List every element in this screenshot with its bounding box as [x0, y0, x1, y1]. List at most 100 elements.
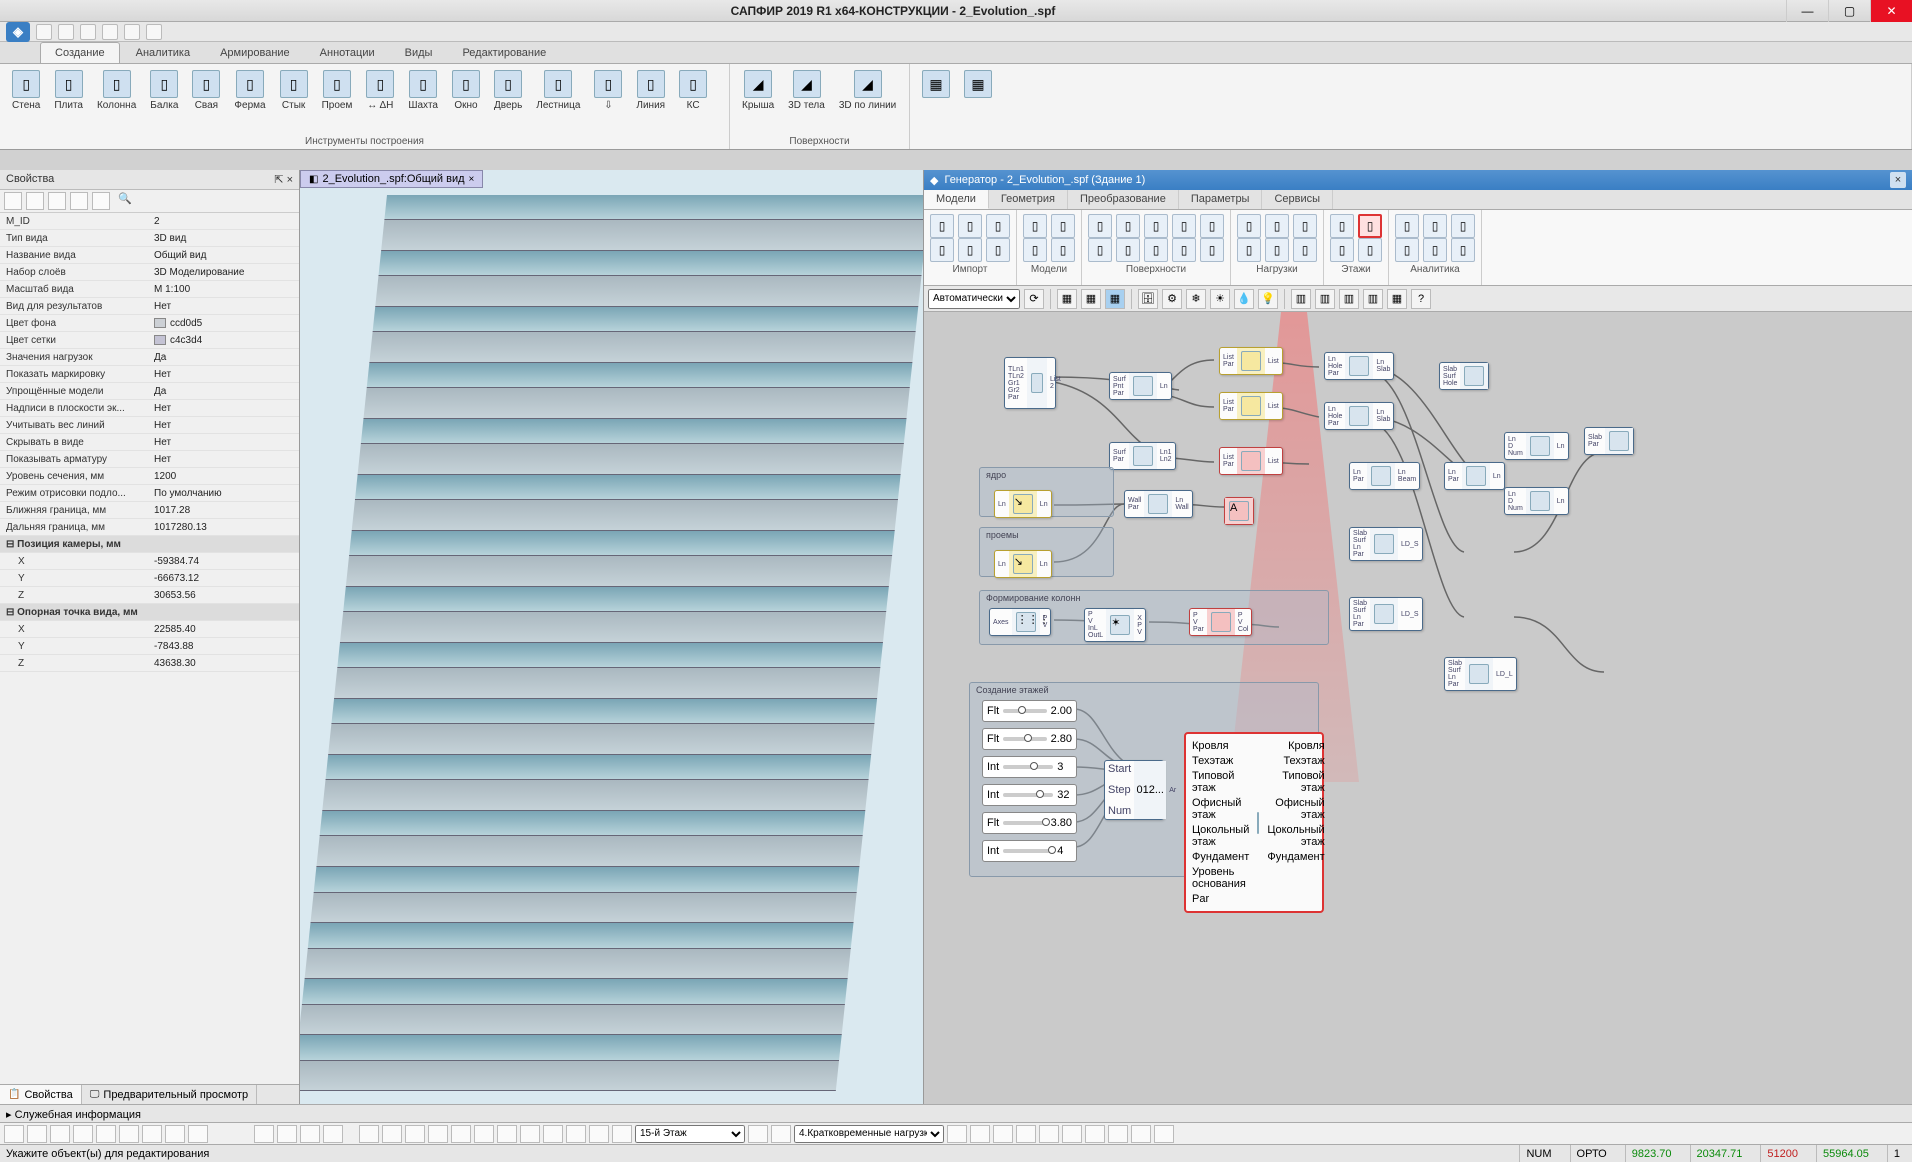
prop-row[interactable]: X-59384.74 [0, 553, 299, 570]
gen-tbtn-sun-icon[interactable]: ☀ [1210, 289, 1230, 309]
gen-icon[interactable]: ▯ [1423, 238, 1447, 262]
close-button[interactable]: ✕ [1870, 0, 1912, 22]
gen-icon[interactable]: ▯ [958, 238, 982, 262]
gen-tbtn-4[interactable]: ▦ [1105, 289, 1125, 309]
node-col-out[interactable]: PVParPVCol [1189, 608, 1252, 636]
node-ln-out[interactable]: LnParLn [1444, 462, 1505, 490]
prop-row[interactable]: Учитывать вес линийНет [0, 417, 299, 434]
btool-26[interactable] [748, 1125, 768, 1143]
btool-2[interactable] [27, 1125, 47, 1143]
ribbon-tool-11[interactable]: ▯Дверь [490, 68, 526, 113]
qat-open[interactable] [58, 24, 74, 40]
node-input-params[interactable]: TLn1TLn2Gr1Gr2Par List2 [1004, 357, 1056, 409]
gen-icon[interactable]: ▯ [1116, 214, 1140, 238]
tab-create[interactable]: Создание [40, 42, 120, 63]
prop-row[interactable]: Надписи в плоскости эк...Нет [0, 400, 299, 417]
gen-icon[interactable]: ▯ [1088, 214, 1112, 238]
btool-34[interactable] [1085, 1125, 1105, 1143]
btool-17[interactable] [428, 1125, 448, 1143]
ribbon-tool-7[interactable]: ▯Проем [318, 68, 357, 113]
node-list1[interactable]: ListParList [1219, 347, 1283, 375]
prop-row[interactable]: Уровень сечения, мм1200 [0, 468, 299, 485]
gen-icon[interactable]: ▯ [1265, 214, 1289, 238]
prop-tool-3[interactable] [48, 192, 66, 210]
gen-tab-0[interactable]: Модели [924, 190, 989, 209]
btool-4[interactable] [73, 1125, 93, 1143]
btool-32[interactable] [1039, 1125, 1059, 1143]
btool-31[interactable] [1016, 1125, 1036, 1143]
btool-16[interactable] [405, 1125, 425, 1143]
btool-35[interactable] [1108, 1125, 1128, 1143]
gen-icon[interactable]: ▯ [1265, 238, 1289, 262]
prop-row[interactable]: Цвет сеткиc4c3d4 [0, 332, 299, 349]
gen-tbtn-1[interactable]: ⟳ [1024, 289, 1044, 309]
ribbon-tool-s0[interactable]: ◢Крыша [738, 68, 778, 113]
gen-tab-1[interactable]: Геометрия [989, 190, 1068, 209]
btool-3[interactable] [50, 1125, 70, 1143]
gen-icon[interactable]: ▯ [930, 214, 954, 238]
prop-row[interactable]: Название видаОбщий вид [0, 247, 299, 264]
ribbon-tool-15[interactable]: ▯КС [675, 68, 711, 113]
tab-annotations[interactable]: Аннотации [306, 43, 389, 63]
node-openings[interactable]: Ln↘Ln [994, 550, 1052, 578]
btool-12[interactable] [300, 1125, 320, 1143]
prop-row[interactable]: Упрощённые моделиДа [0, 383, 299, 400]
btool-20[interactable] [497, 1125, 517, 1143]
slider-node-4[interactable]: Flt3.80 [982, 812, 1077, 834]
prop-section[interactable]: ⊟ Позиция камеры, мм [0, 536, 299, 553]
ribbon-tool-8[interactable]: ▯↔ ΔH [362, 68, 398, 113]
gen-tbtn-align2[interactable]: ▥ [1315, 289, 1335, 309]
gen-tbtn-align1[interactable]: ▥ [1291, 289, 1311, 309]
node-hole2[interactable]: LnHoleParLnSlab [1324, 402, 1394, 430]
node-wall[interactable]: WallParLnWall [1124, 490, 1193, 518]
gen-icon[interactable]: ▯ [1200, 238, 1224, 262]
btool-36[interactable] [1131, 1125, 1151, 1143]
gen-icon[interactable]: ▯ [1293, 238, 1317, 262]
gen-icon[interactable]: ▯ [1358, 238, 1382, 262]
gen-icon[interactable]: ▯ [1293, 214, 1317, 238]
gen-tbtn-gear-icon[interactable]: ⚙ [1162, 289, 1182, 309]
slider-node-3[interactable]: Int32 [982, 784, 1077, 806]
qat-save[interactable] [80, 24, 96, 40]
prop-tool-5[interactable] [92, 192, 110, 210]
node-graph-canvas[interactable]: TLn1TLn2Gr1Gr2Par List2 SurfPntParLn Sur… [924, 312, 1912, 1104]
btool-37[interactable] [1154, 1125, 1174, 1143]
gen-icon[interactable]: ▯ [1330, 238, 1354, 262]
btool-5[interactable] [96, 1125, 116, 1143]
btool-25[interactable] [612, 1125, 632, 1143]
prop-row[interactable]: Дальняя граница, мм1017280.13 [0, 519, 299, 536]
node-ldl[interactable]: SlabSurfLnParLD_L [1444, 657, 1517, 691]
node-num2[interactable]: LnDNumLn [1504, 487, 1569, 515]
node-axes[interactable]: Axes⋮⋮⋮PV [989, 608, 1051, 636]
gen-icon[interactable]: ▯ [1330, 214, 1354, 238]
slider-node-1[interactable]: Flt2.80 [982, 728, 1077, 750]
btool-21[interactable] [520, 1125, 540, 1143]
ribbon-tool-6[interactable]: ▯Стык [276, 68, 312, 113]
node-list2[interactable]: ListParList [1219, 392, 1283, 420]
btool-33[interactable] [1062, 1125, 1082, 1143]
gen-tbtn-db-icon[interactable]: 🗄 [1138, 289, 1158, 309]
gen-icon[interactable]: ▯ [1051, 238, 1075, 262]
gen-icon[interactable]: ▯ [1358, 214, 1382, 238]
btool-18[interactable] [451, 1125, 471, 1143]
slider-node-0[interactable]: Flt2.00 [982, 700, 1077, 722]
gen-tbtn-align3[interactable]: ▥ [1339, 289, 1359, 309]
node-slab1[interactable]: SlabSurfHole [1439, 362, 1489, 390]
btool-14[interactable] [359, 1125, 379, 1143]
node-num1[interactable]: LnDNumLn [1504, 432, 1569, 460]
btool-19[interactable] [474, 1125, 494, 1143]
prop-row[interactable]: Y-66673.12 [0, 570, 299, 587]
node-pv[interactable]: PVInLOutL✶XPV [1084, 608, 1146, 642]
prop-row[interactable]: Цвет фонаccd0d5 [0, 315, 299, 332]
viewport-tab[interactable]: ◧ 2_Evolution_.spf:Общий вид × [300, 170, 483, 188]
gen-icon[interactable]: ▯ [1144, 238, 1168, 262]
tab-edit[interactable]: Редактирование [448, 43, 560, 63]
gen-icon[interactable]: ▯ [1451, 214, 1475, 238]
auto-mode-select[interactable]: Автоматически [928, 289, 1020, 309]
info-bar-label[interactable]: Служебная информация [6, 1108, 141, 1121]
btool-11[interactable] [277, 1125, 297, 1143]
prop-row[interactable]: Показывать арматуруНет [0, 451, 299, 468]
props-tab-properties[interactable]: 📋 Свойства [0, 1085, 82, 1104]
tab-analytics[interactable]: Аналитика [122, 43, 204, 63]
node-core[interactable]: Ln↘Ln [994, 490, 1052, 518]
